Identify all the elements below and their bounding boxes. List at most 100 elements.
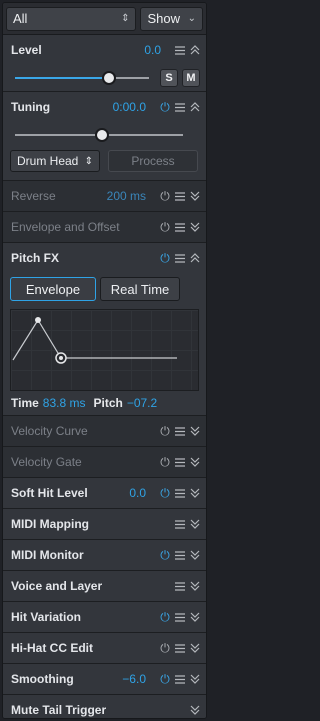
pitch-fx-header[interactable]: Pitch FX ⏻ bbox=[3, 243, 206, 273]
tab-envelope[interactable]: Envelope bbox=[10, 277, 96, 301]
reverse-title: Reverse bbox=[11, 189, 56, 203]
midi-mapping-header[interactable]: MIDI Mapping bbox=[3, 509, 206, 539]
power-icon[interactable]: ⏻ bbox=[159, 425, 171, 437]
menu-icon[interactable] bbox=[174, 549, 186, 561]
level-header[interactable]: Level 0.0 bbox=[3, 35, 206, 65]
double-chevron-down-icon[interactable] bbox=[189, 549, 201, 561]
midi-monitor-panel: MIDI Monitor ⏻ bbox=[3, 540, 206, 571]
updown-arrows-icon: ⇕ bbox=[121, 13, 130, 24]
reverse-header[interactable]: Reverse 200 ms ⏻ bbox=[3, 181, 206, 211]
soft-hit-level-panel: Soft Hit Level 0.0 ⏻ bbox=[3, 478, 206, 509]
power-icon[interactable]: ⏻ bbox=[159, 190, 171, 202]
menu-icon[interactable] bbox=[174, 44, 186, 56]
menu-icon[interactable] bbox=[174, 252, 186, 264]
time-value[interactable]: 83.8 ms bbox=[43, 396, 86, 410]
pitch-value[interactable]: −07.2 bbox=[127, 396, 157, 410]
power-icon[interactable]: ⏻ bbox=[159, 252, 171, 264]
double-chevron-down-icon[interactable] bbox=[189, 425, 201, 437]
midi-monitor-header[interactable]: MIDI Monitor ⏻ bbox=[3, 540, 206, 570]
double-chevron-down-icon[interactable] bbox=[189, 221, 201, 233]
menu-icon[interactable] bbox=[174, 673, 186, 685]
double-chevron-down-icon[interactable] bbox=[189, 518, 201, 530]
time-label: Time bbox=[11, 396, 39, 410]
hit-variation-panel: Hit Variation ⏻ bbox=[3, 602, 206, 633]
power-icon[interactable]: ⏻ bbox=[159, 487, 171, 499]
reverse-panel: Reverse 200 ms ⏻ bbox=[3, 181, 206, 212]
double-chevron-up-icon[interactable] bbox=[189, 101, 201, 113]
level-slider-thumb[interactable] bbox=[101, 71, 116, 85]
pitch-fx-tabs: Envelope Real Time bbox=[3, 273, 206, 305]
smoothing-header[interactable]: Smoothing −6.0 ⏻ bbox=[3, 664, 206, 694]
solo-button[interactable]: S bbox=[160, 69, 178, 87]
double-chevron-down-icon[interactable] bbox=[189, 580, 201, 592]
power-icon[interactable]: ⏻ bbox=[159, 549, 171, 561]
velocity-gate-header[interactable]: Velocity Gate ⏻ bbox=[3, 447, 206, 477]
power-icon[interactable]: ⏻ bbox=[159, 642, 171, 654]
tuning-mode-select[interactable]: Drum Head ⇕ bbox=[10, 150, 100, 172]
menu-icon[interactable] bbox=[174, 611, 186, 623]
double-chevron-down-icon[interactable] bbox=[189, 673, 201, 685]
power-icon[interactable]: ⏻ bbox=[159, 673, 171, 685]
show-menu-label: Show bbox=[147, 11, 180, 26]
mute-button[interactable]: M bbox=[182, 69, 200, 87]
reverse-value[interactable]: 200 ms bbox=[107, 189, 146, 203]
power-icon[interactable]: ⏻ bbox=[159, 611, 171, 623]
menu-icon[interactable] bbox=[174, 101, 186, 113]
envelope-peak-node[interactable] bbox=[35, 317, 41, 323]
double-chevron-down-icon[interactable] bbox=[189, 190, 201, 202]
filter-select[interactable]: All ⇕ bbox=[6, 6, 137, 31]
smoothing-panel: Smoothing −6.0 ⏻ bbox=[3, 664, 206, 695]
tuning-controls: Drum Head ⇕ Process bbox=[3, 148, 206, 180]
menu-icon[interactable] bbox=[174, 642, 186, 654]
voice-layer-title: Voice and Layer bbox=[11, 579, 103, 593]
mute-tail-trigger-header[interactable]: Mute Tail Trigger bbox=[3, 695, 206, 718]
menu-icon[interactable] bbox=[174, 190, 186, 202]
envelope-offset-header[interactable]: Envelope and Offset ⏻ bbox=[3, 212, 206, 242]
menu-icon[interactable] bbox=[174, 518, 186, 530]
level-slider[interactable] bbox=[15, 71, 149, 85]
updown-arrows-icon: ⇕ bbox=[84, 155, 93, 167]
voice-layer-header[interactable]: Voice and Layer bbox=[3, 571, 206, 601]
tuning-slider-row bbox=[3, 122, 206, 148]
double-chevron-up-icon[interactable] bbox=[189, 44, 201, 56]
menu-icon[interactable] bbox=[174, 221, 186, 233]
double-chevron-down-icon[interactable] bbox=[189, 456, 201, 468]
double-chevron-down-icon[interactable] bbox=[189, 642, 201, 654]
velocity-curve-panel: Velocity Curve ⏻ bbox=[3, 416, 206, 447]
double-chevron-down-icon[interactable] bbox=[189, 487, 201, 499]
pitch-fx-readout: Time 83.8 ms Pitch −07.2 bbox=[3, 391, 206, 415]
double-chevron-down-icon[interactable] bbox=[189, 611, 201, 623]
top-bar: All ⇕ Show ⌄ bbox=[3, 3, 206, 35]
hit-variation-header[interactable]: Hit Variation ⏻ bbox=[3, 602, 206, 632]
hihat-cc-edit-panel: Hi-Hat CC Edit ⏻ bbox=[3, 633, 206, 664]
level-slider-row: S M bbox=[3, 65, 206, 91]
tuning-header[interactable]: Tuning 0:00.0 ⏻ bbox=[3, 92, 206, 122]
smoothing-value[interactable]: −6.0 bbox=[122, 672, 146, 686]
level-value[interactable]: 0.0 bbox=[144, 43, 161, 57]
tuning-value[interactable]: 0:00.0 bbox=[113, 100, 146, 114]
power-icon[interactable]: ⏻ bbox=[159, 101, 171, 113]
pitch-envelope-editor[interactable] bbox=[10, 309, 199, 391]
inspector-panel: All ⇕ Show ⌄ Level 0.0 S M Tuning 0:00.0… bbox=[2, 2, 207, 719]
hihat-cc-edit-header[interactable]: Hi-Hat CC Edit ⏻ bbox=[3, 633, 206, 663]
tuning-title: Tuning bbox=[11, 100, 51, 114]
filter-select-value: All bbox=[13, 11, 28, 26]
soft-hit-level-header[interactable]: Soft Hit Level 0.0 ⏻ bbox=[3, 478, 206, 508]
show-menu[interactable]: Show ⌄ bbox=[140, 6, 203, 31]
soft-hit-level-value[interactable]: 0.0 bbox=[129, 486, 146, 500]
power-icon[interactable]: ⏻ bbox=[159, 456, 171, 468]
process-button[interactable]: Process bbox=[108, 150, 198, 172]
velocity-curve-header[interactable]: Velocity Curve ⏻ bbox=[3, 416, 206, 446]
menu-icon[interactable] bbox=[174, 487, 186, 499]
double-chevron-up-icon[interactable] bbox=[189, 252, 201, 264]
tab-real-time[interactable]: Real Time bbox=[100, 277, 180, 301]
tuning-slider[interactable] bbox=[15, 128, 183, 142]
pitch-label: Pitch bbox=[93, 396, 123, 410]
double-chevron-down-icon[interactable] bbox=[189, 704, 201, 716]
menu-icon[interactable] bbox=[174, 456, 186, 468]
menu-icon[interactable] bbox=[174, 580, 186, 592]
menu-icon[interactable] bbox=[174, 425, 186, 437]
power-icon[interactable]: ⏻ bbox=[159, 221, 171, 233]
tuning-panel: Tuning 0:00.0 ⏻ Drum Head ⇕ Process bbox=[3, 92, 206, 181]
tuning-slider-thumb[interactable] bbox=[95, 128, 110, 142]
